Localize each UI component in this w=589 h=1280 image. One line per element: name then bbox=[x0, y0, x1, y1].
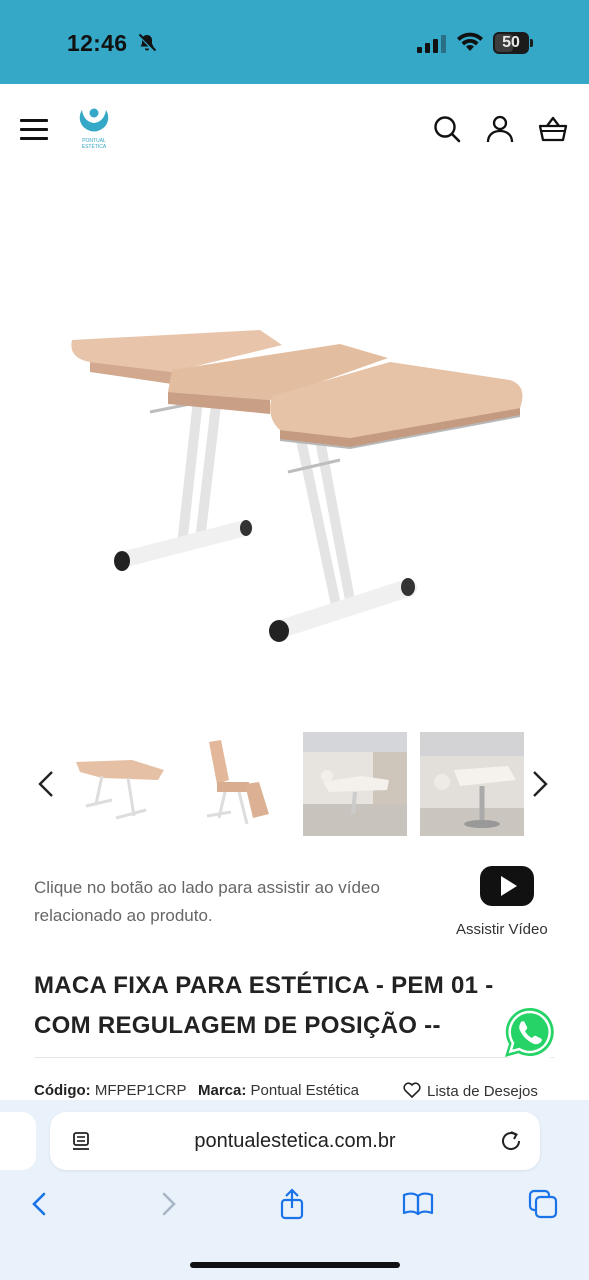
bookmarks-icon[interactable] bbox=[402, 1188, 434, 1220]
whatsapp-icon[interactable] bbox=[497, 1000, 563, 1066]
hamburger-menu-icon[interactable] bbox=[20, 119, 48, 141]
wishlist-link[interactable]: Lista de Desejos bbox=[403, 1082, 538, 1100]
gallery-thumbnail[interactable] bbox=[303, 732, 407, 836]
home-indicator bbox=[190, 1262, 400, 1268]
gallery-thumbnail[interactable] bbox=[72, 732, 176, 836]
search-icon[interactable] bbox=[432, 114, 462, 144]
thumbnail-image bbox=[303, 732, 407, 836]
back-icon[interactable] bbox=[24, 1188, 56, 1220]
divider bbox=[34, 1057, 554, 1058]
product-main-image[interactable] bbox=[50, 300, 540, 660]
gallery-thumbnail[interactable] bbox=[187, 732, 291, 836]
thumbnail-image bbox=[76, 760, 164, 820]
status-bar: 12:46 50 bbox=[0, 0, 589, 84]
play-icon bbox=[501, 876, 517, 896]
bell-muted-icon bbox=[137, 33, 157, 53]
address-bar[interactable]: pontualestetica.com.br bbox=[50, 1112, 540, 1170]
watch-video-button[interactable] bbox=[480, 866, 534, 906]
site-logo[interactable]: PONTUAL ESTÉTICA bbox=[76, 106, 112, 156]
product-code: Código: MFPEP1CRP bbox=[34, 1082, 187, 1099]
shopping-basket-icon[interactable] bbox=[538, 114, 568, 144]
logo-text: PONTUAL ESTÉTICA bbox=[81, 138, 107, 150]
wifi-icon bbox=[457, 32, 483, 51]
product-brand: Marca: Pontual Estética bbox=[198, 1082, 359, 1099]
status-time: 12:46 bbox=[67, 30, 128, 56]
thumbnail-image bbox=[206, 740, 269, 825]
gallery-prev-icon[interactable] bbox=[36, 768, 56, 800]
watch-video-label[interactable]: Assistir Vídeo bbox=[456, 921, 548, 938]
forward-icon[interactable] bbox=[152, 1188, 184, 1220]
browser-toolbar: pontualestetica.com.br bbox=[0, 1100, 589, 1280]
previous-tab[interactable] bbox=[0, 1112, 36, 1170]
thumbnail-image bbox=[420, 732, 524, 836]
share-icon[interactable] bbox=[276, 1188, 308, 1220]
signal-icon bbox=[417, 35, 446, 53]
product-title: MACA FIXA PARA ESTÉTICA - PEM 01 - COM R… bbox=[34, 972, 494, 1039]
heart-icon bbox=[403, 1082, 421, 1098]
gallery-next-icon[interactable] bbox=[530, 768, 550, 800]
site-header: PONTUAL ESTÉTICA bbox=[0, 84, 589, 176]
url-text: pontualestetica.com.br bbox=[194, 1130, 396, 1152]
user-account-icon[interactable] bbox=[485, 114, 515, 144]
video-prompt-text: Clique no botão ao lado para assistir ao… bbox=[34, 878, 380, 925]
battery-level: 50 bbox=[502, 34, 520, 51]
tabs-icon[interactable] bbox=[527, 1188, 559, 1220]
reload-icon[interactable] bbox=[498, 1128, 524, 1154]
battery-icon: 50 bbox=[493, 32, 533, 54]
gallery-thumbnail[interactable] bbox=[420, 732, 524, 836]
logo-mark-icon bbox=[79, 108, 109, 132]
